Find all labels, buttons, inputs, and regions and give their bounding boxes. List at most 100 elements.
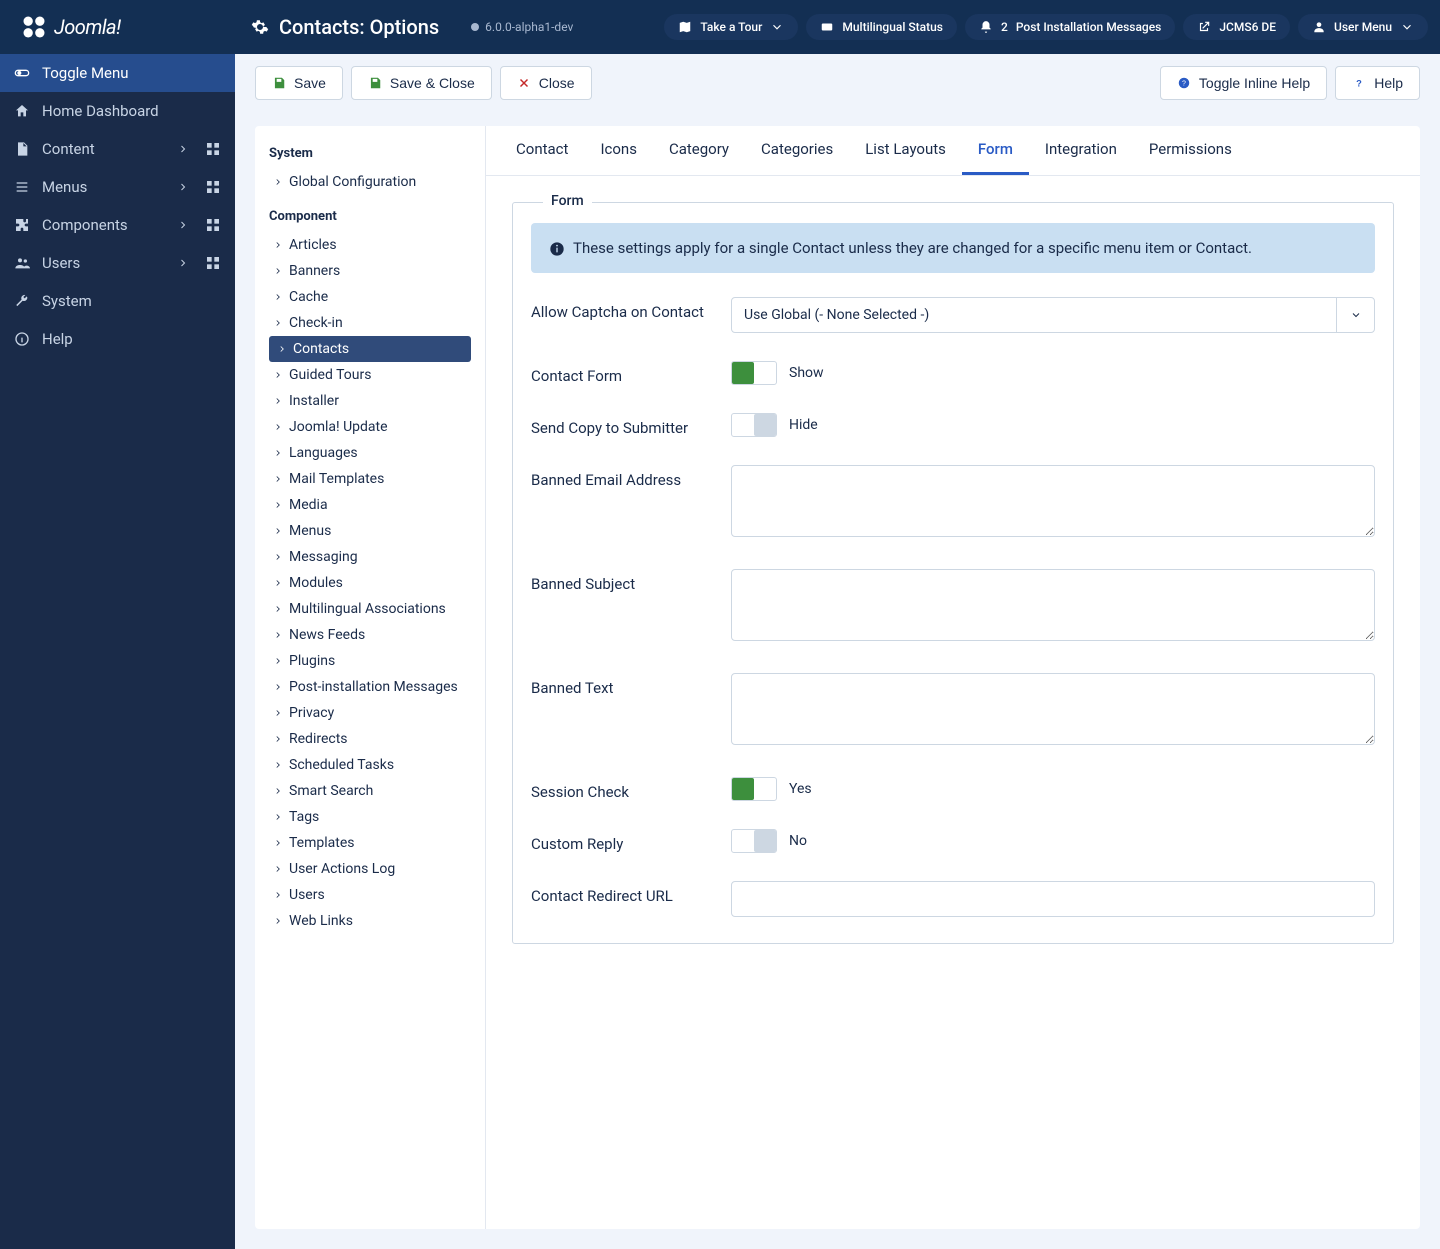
side-link-modules[interactable]: Modules: [269, 570, 471, 596]
chevron-right-icon: [273, 500, 283, 510]
side-link-web-links[interactable]: Web Links: [269, 908, 471, 934]
chevron-right-icon: [273, 578, 283, 588]
sidebar-system[interactable]: System: [0, 282, 235, 320]
side-link-check-in[interactable]: Check-in: [269, 310, 471, 336]
sidebar-toggle-menu[interactable]: Toggle Menu: [0, 54, 235, 92]
side-link-menus[interactable]: Menus: [269, 518, 471, 544]
sidebar-content[interactable]: Content: [0, 130, 235, 168]
close-button[interactable]: Close: [500, 66, 592, 100]
sidebar-menus[interactable]: Menus: [0, 168, 235, 206]
tab-categories[interactable]: Categories: [745, 126, 849, 175]
wrench-icon: [14, 293, 30, 309]
side-heading-system: System: [269, 146, 471, 161]
session-check-toggle[interactable]: [731, 777, 777, 801]
dashboard-icon[interactable]: [205, 141, 221, 157]
side-link-user-actions-log[interactable]: User Actions Log: [269, 856, 471, 882]
content: System Global Configuration Component Ar…: [235, 112, 1440, 1249]
side-link-banners[interactable]: Banners: [269, 258, 471, 284]
side-link-redirects[interactable]: Redirects: [269, 726, 471, 752]
tab-list-layouts[interactable]: List Layouts: [849, 126, 962, 175]
chevron-right-icon: [273, 890, 283, 900]
side-link-templates[interactable]: Templates: [269, 830, 471, 856]
banned-email-input[interactable]: [731, 465, 1375, 537]
page-title: Contacts: Options: [235, 15, 439, 39]
tab-contact[interactable]: Contact: [500, 126, 584, 175]
contact-form-toggle[interactable]: [731, 361, 777, 385]
side-link-media[interactable]: Media: [269, 492, 471, 518]
toolbar: Save Save & Close Close ? Toggle Inline …: [235, 54, 1440, 112]
tab-integration[interactable]: Integration: [1029, 126, 1133, 175]
sidebar-home[interactable]: Home Dashboard: [0, 92, 235, 130]
banned-subject-label: Banned Subject: [531, 569, 731, 593]
toggle-state: No: [789, 833, 807, 849]
side-link-installer[interactable]: Installer: [269, 388, 471, 414]
banned-subject-input[interactable]: [731, 569, 1375, 641]
side-link-plugins[interactable]: Plugins: [269, 648, 471, 674]
send-copy-toggle[interactable]: [731, 413, 777, 437]
toggle-state: Hide: [789, 417, 818, 433]
fieldset-legend: Form: [543, 193, 592, 209]
session-check-label: Session Check: [531, 777, 731, 801]
file-icon: [14, 141, 30, 157]
save-close-button[interactable]: Save & Close: [351, 66, 492, 100]
info-icon: [14, 331, 30, 347]
chevron-right-icon: [273, 552, 283, 562]
save-button[interactable]: Save: [255, 66, 343, 100]
banned-text-input[interactable]: [731, 673, 1375, 745]
side-link-post-installation-messages[interactable]: Post-installation Messages: [269, 674, 471, 700]
dashboard-icon[interactable]: [205, 179, 221, 195]
side-link-multilingual-associations[interactable]: Multilingual Associations: [269, 596, 471, 622]
map-icon: [678, 20, 692, 34]
chevron-right-icon: [273, 630, 283, 640]
captcha-select[interactable]: Use Global (- None Selected -): [731, 297, 1375, 333]
redirect-url-input[interactable]: [731, 881, 1375, 917]
side-link-mail-templates[interactable]: Mail Templates: [269, 466, 471, 492]
side-link-news-feeds[interactable]: News Feeds: [269, 622, 471, 648]
redirect-url-label: Contact Redirect URL: [531, 881, 731, 905]
dashboard-icon[interactable]: [205, 217, 221, 233]
chevron-right-icon: [273, 864, 283, 874]
sidebar-users[interactable]: Users: [0, 244, 235, 282]
user-menu-button[interactable]: User Menu: [1298, 14, 1428, 40]
chevron-right-icon: [273, 682, 283, 692]
home-icon: [14, 103, 30, 119]
toggle-inline-help-button[interactable]: ? Toggle Inline Help: [1160, 66, 1327, 100]
side-link-messaging[interactable]: Messaging: [269, 544, 471, 570]
side-link-tags[interactable]: Tags: [269, 804, 471, 830]
sidebar-help[interactable]: Help: [0, 320, 235, 358]
take-tour-button[interactable]: Take a Tour: [664, 14, 798, 40]
chevron-right-icon: [273, 760, 283, 770]
side-link-smart-search[interactable]: Smart Search: [269, 778, 471, 804]
side-link-scheduled-tasks[interactable]: Scheduled Tasks: [269, 752, 471, 778]
side-link-privacy[interactable]: Privacy: [269, 700, 471, 726]
custom-reply-toggle[interactable]: [731, 829, 777, 853]
chevron-right-icon: [273, 656, 283, 666]
side-link-users[interactable]: Users: [269, 882, 471, 908]
side-link-languages[interactable]: Languages: [269, 440, 471, 466]
multilingual-status-button[interactable]: Multilingual Status: [806, 14, 957, 40]
tab-icons[interactable]: Icons: [584, 126, 653, 175]
post-install-messages-button[interactable]: 2 Post Installation Messages: [965, 14, 1175, 40]
side-link-contacts[interactable]: Contacts: [269, 336, 471, 362]
side-link-articles[interactable]: Articles: [269, 232, 471, 258]
side-link-joomla-update[interactable]: Joomla! Update: [269, 414, 471, 440]
tab-category[interactable]: Category: [653, 126, 745, 175]
site-link-button[interactable]: JCMS6 DE: [1183, 14, 1290, 40]
help-button[interactable]: ? Help: [1335, 66, 1420, 100]
gear-icon: [251, 18, 269, 36]
side-link-cache[interactable]: Cache: [269, 284, 471, 310]
side-link-global-config[interactable]: Global Configuration: [269, 169, 471, 195]
chevron-right-icon: [273, 526, 283, 536]
tab-permissions[interactable]: Permissions: [1133, 126, 1248, 175]
toggle-state: Yes: [789, 781, 812, 797]
chevron-right-icon: [277, 344, 287, 354]
toggle-state: Show: [789, 365, 824, 381]
tab-form[interactable]: Form: [962, 126, 1029, 175]
brand-logo[interactable]: Joomla!: [12, 13, 235, 41]
side-link-guided-tours[interactable]: Guided Tours: [269, 362, 471, 388]
dashboard-icon[interactable]: [205, 255, 221, 271]
chevron-right-icon: [273, 318, 283, 328]
sidebar-components[interactable]: Components: [0, 206, 235, 244]
version-badge: 6.0.0-alpha1-dev: [469, 20, 573, 34]
header-actions: Take a Tour Multilingual Status 2 Post I…: [664, 14, 1428, 40]
